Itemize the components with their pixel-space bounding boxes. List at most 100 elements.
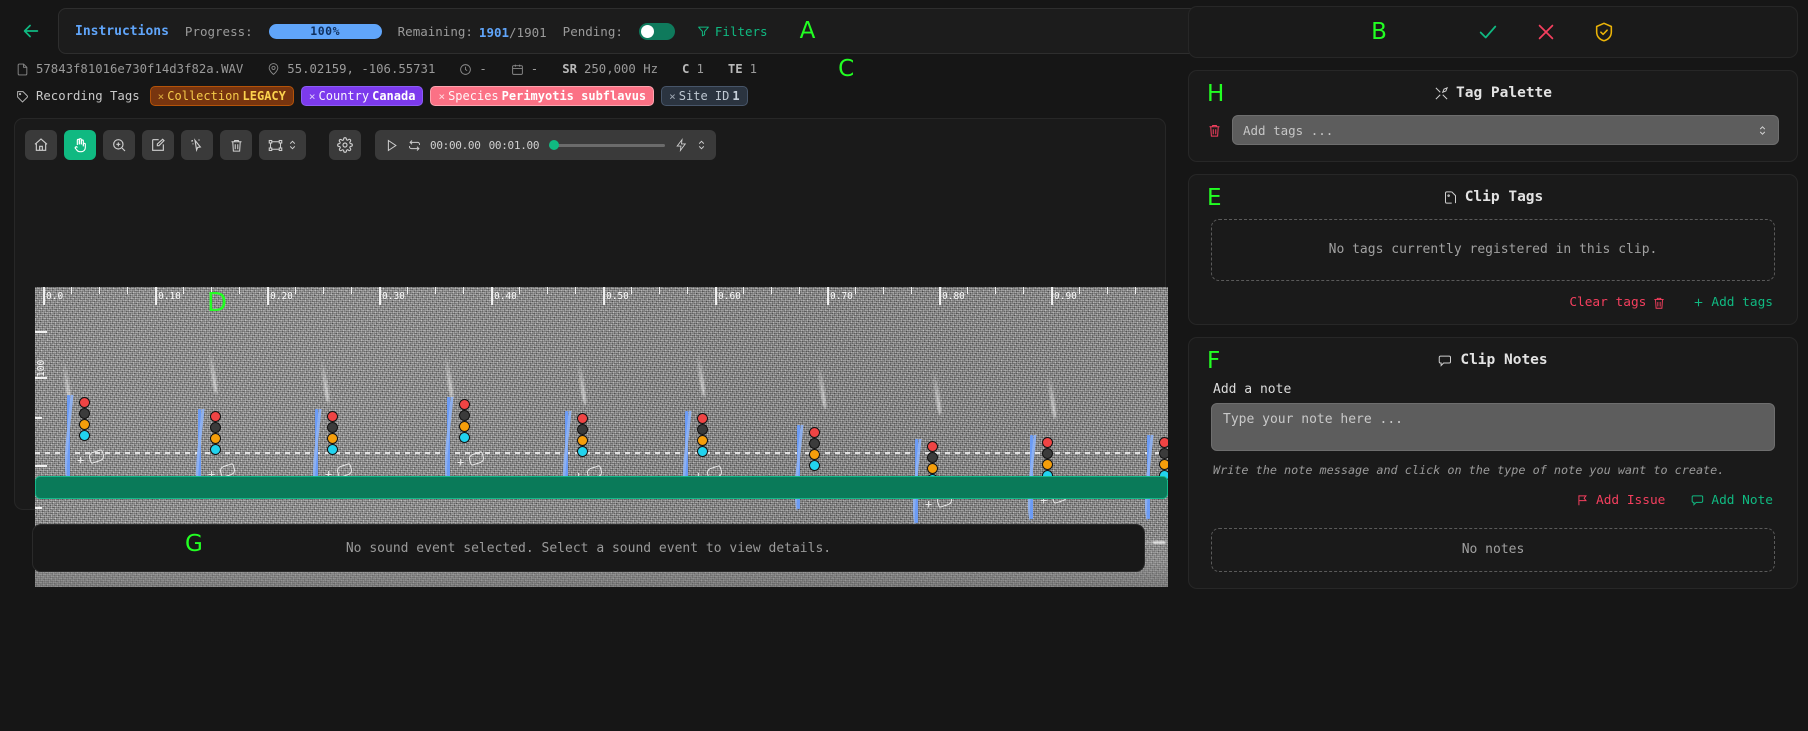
pending-toggle[interactable] — [638, 22, 675, 40]
channels-value: 1 — [696, 62, 704, 76]
playback-slider[interactable] — [549, 140, 666, 150]
tag-dot[interactable] — [79, 419, 90, 430]
tag-dot[interactable] — [1159, 448, 1168, 459]
tag-dot[interactable] — [927, 463, 938, 474]
tag-dot[interactable] — [210, 411, 221, 422]
tag-dot[interactable] — [577, 435, 588, 446]
chip-remove-icon[interactable]: × — [158, 90, 165, 103]
time-axis: 0.0 0.10 0.20 0.30 0.40 0.50 0.60 0.70 0… — [35, 287, 1168, 307]
tag-dot[interactable] — [327, 411, 338, 422]
add-note-button[interactable]: Add Note — [1691, 493, 1773, 508]
settings-button[interactable] — [329, 130, 361, 160]
recording-tag-chip[interactable]: × Country Canada — [300, 86, 424, 106]
add-tag-plus-icon[interactable]: + — [77, 453, 84, 467]
recording-tag-chip[interactable]: × Collection LEGACY — [149, 86, 294, 106]
filters-label: Filters — [714, 23, 768, 39]
lightning-icon[interactable] — [675, 138, 688, 152]
clip-tags-empty-message: No tags currently registered in this cli… — [1211, 219, 1775, 281]
tag-dot[interactable] — [459, 399, 470, 410]
tag-dot[interactable] — [577, 424, 588, 435]
clip-selection-bar[interactable] — [35, 476, 1168, 499]
sound-event-tags[interactable] — [79, 397, 90, 441]
tag-dot[interactable] — [1042, 459, 1053, 470]
playback-slider-knob[interactable] — [549, 140, 560, 150]
instructions-link[interactable]: Instructions — [75, 24, 169, 39]
tag-dot[interactable] — [927, 441, 938, 452]
tag-dot[interactable] — [1042, 448, 1053, 459]
recording-date: - — [530, 62, 539, 76]
tag-dot[interactable] — [79, 408, 90, 419]
sound-event-tags[interactable] — [327, 411, 338, 455]
tag-dot[interactable] — [1159, 437, 1168, 448]
marker-f: F — [1207, 348, 1221, 374]
tag-dot[interactable] — [577, 446, 588, 457]
clear-palette-button[interactable] — [1207, 123, 1222, 138]
tag-dot[interactable] — [210, 433, 221, 444]
add-tag-plus-icon[interactable]: + — [925, 497, 932, 511]
tag-dot[interactable] — [809, 427, 820, 438]
add-tags-select[interactable]: Add tags ... — [1232, 115, 1779, 145]
pan-button[interactable] — [64, 130, 96, 160]
tag-dot[interactable] — [697, 446, 708, 457]
play-button[interactable] — [384, 138, 399, 153]
tag-dot[interactable] — [327, 433, 338, 444]
marker-e: E — [1207, 185, 1222, 211]
pending-label: Pending: — [562, 23, 623, 39]
tag-dot[interactable] — [697, 413, 708, 424]
speed-selector[interactable] — [696, 138, 707, 152]
tag-dot[interactable] — [459, 410, 470, 421]
sound-event-tags[interactable] — [697, 413, 708, 457]
tag-dot[interactable] — [327, 444, 338, 455]
tag-dot[interactable] — [809, 438, 820, 449]
sound-event-tags[interactable] — [210, 411, 221, 455]
recording-tag-chip[interactable]: × Species Perimyotis subflavus — [430, 86, 655, 106]
tag-dot[interactable] — [79, 397, 90, 408]
tag-dot[interactable] — [459, 432, 470, 443]
accept-button[interactable] — [1477, 21, 1499, 43]
tag-dot[interactable] — [697, 435, 708, 446]
tag-dot[interactable] — [210, 444, 221, 455]
chip-remove-icon[interactable]: × — [669, 90, 676, 103]
zoom-button[interactable] — [103, 130, 135, 160]
home-button[interactable] — [25, 130, 57, 160]
add-tags-button[interactable]: Add tags — [1692, 295, 1773, 310]
tag-dot[interactable] — [459, 421, 470, 432]
verify-button[interactable] — [1593, 21, 1615, 43]
delete-button[interactable] — [220, 130, 252, 160]
filters-button[interactable]: Filters — [697, 24, 768, 39]
note-textarea[interactable] — [1211, 403, 1775, 451]
sound-event-tags[interactable] — [1159, 437, 1168, 481]
tag-dot[interactable] — [927, 452, 938, 463]
loop-button[interactable] — [407, 138, 422, 153]
tag-dot[interactable] — [809, 460, 820, 471]
note-bubble-icon — [1691, 493, 1705, 507]
measure-button[interactable] — [259, 130, 306, 160]
select-button[interactable] — [181, 130, 213, 160]
tag-dot[interactable] — [1159, 459, 1168, 470]
tag-dot[interactable] — [210, 422, 221, 433]
sound-event-tags[interactable] — [1042, 437, 1053, 481]
sample-rate-value: 250,000 Hz — [584, 62, 659, 76]
recording-tag-chip[interactable]: × Site ID 1 — [661, 86, 748, 106]
add-issue-button[interactable]: Add Issue — [1576, 493, 1665, 508]
sound-event-tags[interactable] — [577, 413, 588, 457]
tag-dot[interactable] — [327, 422, 338, 433]
previous-task-button[interactable] — [14, 14, 48, 48]
sound-event-tags[interactable] — [809, 427, 820, 471]
add-note-label: Add a note — [1213, 382, 1292, 397]
reject-button[interactable] — [1535, 21, 1557, 43]
tag-dot[interactable] — [79, 430, 90, 441]
tag-dot[interactable] — [577, 413, 588, 424]
tag-dot[interactable] — [1042, 437, 1053, 448]
time-tick-label: 0.10 — [158, 291, 181, 302]
chip-remove-icon[interactable]: × — [309, 90, 316, 103]
add-tag-plus-icon[interactable]: + — [457, 455, 464, 469]
tag-dot[interactable] — [809, 449, 820, 460]
clear-tags-button[interactable]: Clear tags — [1569, 295, 1666, 310]
tag-dot[interactable] — [697, 424, 708, 435]
time-tick-label: 0.40 — [494, 291, 517, 302]
chip-value: 1 — [732, 89, 740, 103]
sound-event-tags[interactable] — [459, 399, 470, 443]
draw-button[interactable] — [142, 130, 174, 160]
chip-remove-icon[interactable]: × — [438, 90, 445, 103]
